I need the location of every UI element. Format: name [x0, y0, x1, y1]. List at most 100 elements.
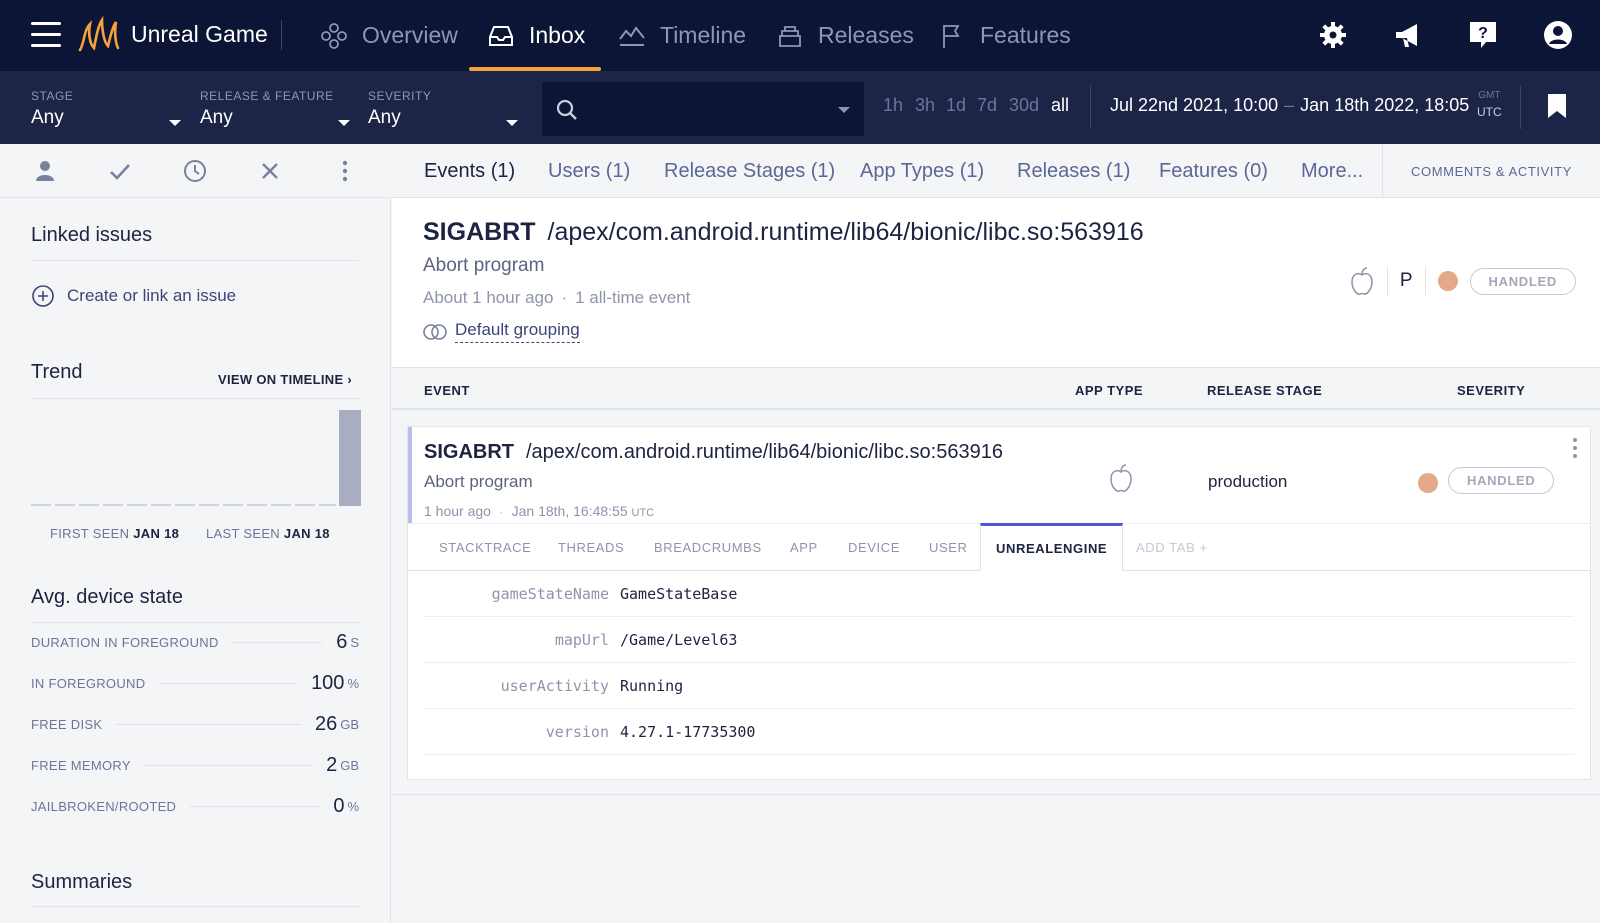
tab-users[interactable]: Users (1) — [548, 160, 630, 183]
tab-app[interactable]: APP — [790, 524, 818, 571]
error-message: Abort program — [423, 255, 545, 276]
tab-comments-activity[interactable]: COMMENTS & ACTIVITY — [1382, 144, 1600, 198]
stat-key: JAILBROKEN/ROOTED — [31, 798, 177, 814]
snooze-clock-icon[interactable] — [180, 156, 210, 186]
check-icon[interactable] — [105, 156, 135, 186]
first-seen-value: JAN 18 — [133, 526, 180, 541]
more-vertical-icon[interactable] — [1572, 437, 1578, 459]
range-3h[interactable]: 3h — [915, 95, 935, 116]
detail-row: userActivity Running — [424, 663, 1574, 709]
date-start: Jul 22nd 2021, 10:00 — [1110, 95, 1279, 115]
filter-divider — [1090, 85, 1091, 129]
detail-key: mapUrl — [554, 631, 609, 649]
error-location: /apex/com.android.runtime/lib64/bionic/l… — [547, 218, 1144, 246]
tab-device[interactable]: DEVICE — [848, 524, 900, 571]
tab-more[interactable]: More... — [1301, 160, 1363, 183]
gear-icon[interactable] — [1318, 20, 1348, 50]
tab-unrealengine[interactable]: UNREALENGINE — [980, 523, 1124, 571]
more-vertical-icon[interactable] — [330, 156, 360, 186]
release-feature-filter[interactable]: RELEASE & FEATURE Any — [200, 89, 350, 129]
tab-features[interactable]: Features (0) — [1159, 160, 1268, 183]
top-navigation: Unreal Game Overview Inbox Timeline Rele… — [0, 0, 1600, 71]
menu-icon[interactable] — [31, 22, 61, 48]
help-icon[interactable]: ? — [1468, 20, 1498, 50]
content-footer-area — [392, 794, 1600, 923]
date-range-picker[interactable]: Jul 22nd 2021, 10:00– Jan 18th 2022, 18:0… — [1110, 95, 1469, 116]
separator-dot: · — [498, 503, 504, 519]
error-class: SIGABRT — [423, 218, 536, 246]
nav-timeline[interactable]: Timeline — [618, 0, 746, 71]
tab-app-types[interactable]: App Types (1) — [860, 160, 984, 183]
range-30d[interactable]: 30d — [1009, 95, 1039, 116]
range-7d[interactable]: 7d — [977, 95, 997, 116]
release-feature-filter-label: RELEASE & FEATURE — [200, 89, 334, 103]
project-name[interactable]: Unreal Game — [131, 21, 268, 48]
caret-down-icon — [338, 120, 350, 126]
user-icon[interactable] — [1543, 20, 1573, 50]
stat-unit: GB — [340, 716, 359, 732]
nav-features-label: Features — [980, 22, 1071, 48]
stat-duration-foreground: DURATION IN FOREGROUND 6 S — [31, 630, 359, 654]
handled-badge: HANDLED — [1469, 267, 1576, 295]
megaphone-icon[interactable] — [1393, 20, 1423, 50]
tab-release-stages[interactable]: Release Stages (1) — [664, 160, 835, 183]
apple-icon — [1110, 464, 1132, 492]
nav-features[interactable]: Features — [938, 0, 1071, 71]
nav-overview[interactable]: Overview — [320, 0, 458, 71]
last-seen-label: LAST SEEN — [206, 526, 280, 541]
detail-key: userActivity — [500, 677, 609, 695]
unreal-logo-icon[interactable] — [76, 14, 120, 56]
divider — [31, 906, 359, 907]
search-icon — [556, 99, 577, 120]
detail-value: Running — [620, 677, 684, 695]
nav-releases[interactable]: Releases — [776, 0, 914, 71]
tab-releases[interactable]: Releases (1) — [1017, 160, 1130, 183]
timeline-icon — [619, 25, 645, 46]
nav-releases-label: Releases — [818, 22, 914, 48]
close-icon[interactable] — [255, 156, 285, 186]
release-feature-filter-value: Any — [200, 107, 233, 128]
tab-events[interactable]: Events (1) — [424, 160, 515, 183]
filter-divider — [1520, 85, 1521, 129]
tab-threads[interactable]: THREADS — [558, 524, 624, 571]
caret-down-icon — [169, 120, 181, 126]
search-box[interactable] — [542, 82, 864, 136]
divider — [31, 398, 359, 399]
severity-filter[interactable]: SEVERITY Any — [368, 89, 518, 129]
first-seen: FIRST SEEN JAN 18 — [50, 526, 179, 541]
range-1d[interactable]: 1d — [946, 95, 966, 116]
stage-filter[interactable]: STAGE Any — [31, 89, 181, 129]
nav-inbox-label: Inbox — [529, 22, 586, 48]
tab-stacktrace[interactable]: STACKTRACE — [439, 524, 531, 571]
create-link-issue-button[interactable]: Create or link an issue — [31, 284, 236, 308]
assign-user-icon[interactable] — [30, 156, 60, 186]
event-accent-bar — [408, 427, 412, 523]
add-tab-button[interactable]: ADD TAB + — [1136, 524, 1208, 571]
badge-divider — [1386, 267, 1388, 295]
last-seen: LAST SEEN JAN 18 — [206, 526, 330, 541]
tab-breadcrumbs[interactable]: BREADCRUMBS — [654, 524, 762, 571]
view-on-timeline-link[interactable]: VIEW ON TIMELINE › — [218, 372, 352, 387]
column-app-type: APP TYPE — [1075, 383, 1144, 398]
timezone-toggle[interactable]: GMT UTC — [1477, 90, 1502, 119]
bookmark-icon[interactable] — [1546, 93, 1568, 119]
flag-icon — [943, 24, 960, 48]
stat-unit: % — [347, 798, 359, 814]
range-all[interactable]: all — [1051, 95, 1069, 116]
stat-free-disk: FREE DISK 26 GB — [31, 712, 359, 736]
stat-unit: S — [350, 634, 359, 650]
tab-user[interactable]: USER — [929, 524, 968, 571]
search-dropdown-icon[interactable] — [838, 107, 850, 113]
create-link-issue-label: Create or link an issue — [67, 286, 237, 305]
default-grouping-link[interactable]: Default grouping — [423, 320, 580, 343]
event-title[interactable]: SIGABRT/apex/com.android.runtime/lib64/b… — [424, 441, 1003, 464]
range-1h[interactable]: 1h — [883, 95, 903, 116]
first-seen-label: FIRST SEEN — [50, 526, 130, 541]
events-table-header: EVENT APP TYPE RELEASE STAGE SEVERITY — [392, 368, 1600, 410]
error-header: SIGABRT/apex/com.android.runtime/lib64/b… — [392, 198, 1600, 368]
search-input[interactable] — [592, 94, 812, 124]
event-message: Abort program — [424, 472, 533, 491]
linked-issues-title: Linked issues — [31, 224, 153, 246]
stat-unit: GB — [340, 757, 359, 773]
nav-inbox[interactable]: Inbox — [468, 0, 602, 71]
